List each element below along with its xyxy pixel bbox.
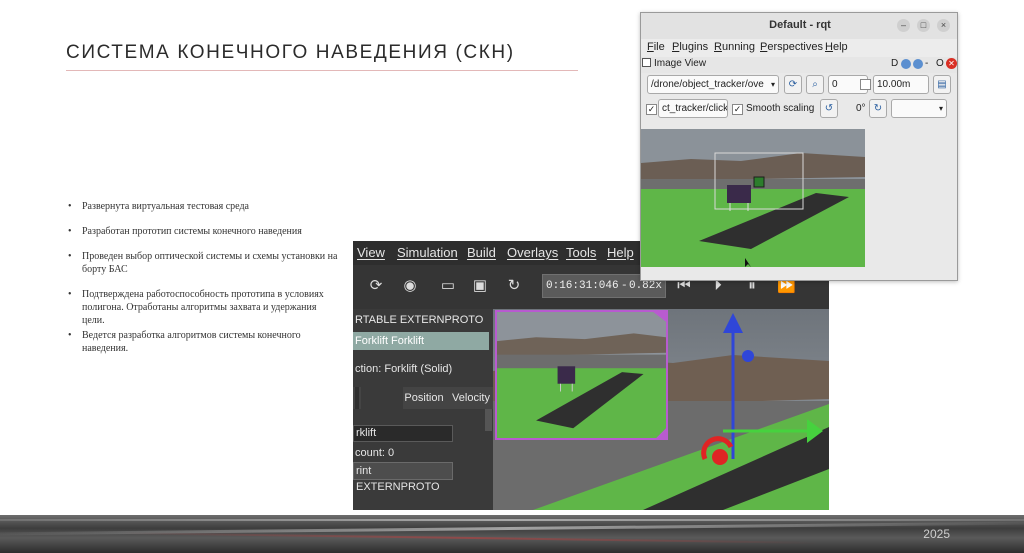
field-tabs: Position Velocity bbox=[353, 387, 493, 409]
tree-row-selected[interactable]: Forklift Forklift bbox=[353, 332, 489, 350]
time-separator: - bbox=[621, 280, 628, 292]
help-plugin-icon[interactable] bbox=[913, 59, 923, 69]
topic-row: /drone/object_tracker/ove ▾ ⟳ ⌕ 0 10.00m… bbox=[641, 75, 957, 99]
count-label: count: 0 bbox=[355, 447, 395, 459]
range-checkbox[interactable] bbox=[860, 79, 871, 90]
save-image-icon[interactable]: ▤ bbox=[933, 75, 951, 94]
menu-tools[interactable]: Tools bbox=[566, 245, 596, 260]
bullet-item: Ведется разработка алгоритмов системы ко… bbox=[68, 329, 338, 355]
menu-help[interactable]: Help bbox=[825, 41, 848, 53]
click-topic-value: ct_tracker/click bbox=[662, 103, 728, 114]
menu-file[interactable]: File bbox=[647, 41, 665, 53]
topic-select[interactable]: /drone/object_tracker/ove ▾ bbox=[647, 75, 779, 94]
plugin-icon bbox=[642, 58, 651, 67]
rqt-window: Default - rqt – □ × File Plugins Running… bbox=[640, 12, 958, 281]
footer-year: 2025 bbox=[923, 527, 950, 541]
footer-band bbox=[0, 515, 1024, 553]
menu-view[interactable]: View bbox=[357, 245, 385, 260]
footer-streak bbox=[0, 519, 1024, 521]
menu-build[interactable]: Build bbox=[467, 245, 496, 260]
menu-help[interactable]: Help bbox=[607, 245, 634, 260]
tree-row[interactable]: RTABLE EXTERNPROTO bbox=[353, 311, 489, 329]
bullet-item: Проведен выбор оптической системы и схем… bbox=[68, 250, 338, 276]
rqt-menubar: File Plugins Running Perspectives Help bbox=[641, 39, 957, 57]
tracker-image-view[interactable] bbox=[641, 129, 865, 267]
topic-value: /drone/object_tracker/ove bbox=[651, 79, 764, 90]
click-topic-field[interactable]: ct_tracker/click bbox=[658, 99, 728, 118]
scene-tree-panel: RTABLE EXTERNPROTO Forklift Forklift cti… bbox=[353, 309, 493, 510]
simulation-time: 0:16:31:046 bbox=[546, 280, 619, 292]
tab-blank[interactable] bbox=[355, 387, 359, 409]
selection-label: ction: Forklift (Solid) bbox=[355, 363, 453, 375]
footer-streak bbox=[120, 532, 820, 544]
menu-simulation[interactable]: Simulation bbox=[397, 245, 458, 260]
bullet-item: Подтверждена работоспособность прототипа… bbox=[68, 288, 338, 327]
export-button[interactable]: rint EXTERNPROTO bbox=[353, 462, 453, 493]
plugin-undock[interactable]: O bbox=[936, 58, 944, 69]
plugin-close-icon[interactable]: ✕ bbox=[946, 58, 957, 69]
zoom-icon[interactable]: ⌕ bbox=[806, 75, 824, 94]
bullet-item: Разработан прототип системы конечного на… bbox=[68, 225, 338, 238]
title-divider bbox=[66, 70, 578, 71]
webots-screenshot: View Simulation Build Overlays Tools Hel… bbox=[353, 241, 829, 510]
menu-plugins[interactable]: Plugins bbox=[672, 41, 708, 53]
plugin-minimize[interactable]: - bbox=[925, 58, 928, 69]
name-field[interactable]: rklift bbox=[353, 425, 453, 442]
tab-spacer bbox=[361, 387, 403, 409]
options-row: ✓ ct_tracker/click ✓ Smooth scaling ↺ 0°… bbox=[641, 99, 957, 123]
smooth-scaling-label: Smooth scaling bbox=[746, 103, 815, 114]
minimize-icon[interactable]: – bbox=[897, 19, 910, 32]
refresh-topics-icon[interactable]: ⟳ bbox=[784, 75, 802, 94]
menu-running[interactable]: Running bbox=[714, 41, 755, 53]
plugin-header: Image View D - O ✕ bbox=[641, 57, 957, 73]
eye-icon[interactable]: ◉ bbox=[401, 277, 419, 295]
bullet-list: Развернута виртуальная тестовая среда Ра… bbox=[68, 200, 338, 355]
reload-plugin-icon[interactable] bbox=[901, 59, 911, 69]
slide-title: СИСТЕМА КОНЕЧНОГО НАВЕДЕНИЯ (СКН) bbox=[66, 42, 515, 63]
rqt-window-title: Default - rqt bbox=[769, 19, 831, 31]
plugin-title: Image View bbox=[654, 58, 707, 69]
folder-icon[interactable]: ▭ bbox=[439, 277, 457, 295]
chevron-down-icon: ▾ bbox=[770, 80, 775, 89]
rotate-left-icon[interactable]: ↺ bbox=[820, 99, 838, 118]
plugin-status: D bbox=[891, 58, 899, 69]
smooth-scaling-checkbox[interactable]: ✓ bbox=[732, 104, 743, 115]
camera-preview bbox=[495, 310, 668, 440]
save-icon[interactable]: ▣ bbox=[471, 277, 489, 295]
max-range-value: 10.00m bbox=[877, 79, 911, 90]
chevron-down-icon: ▾ bbox=[938, 104, 943, 113]
bullet-item: Развернута виртуальная тестовая среда bbox=[68, 200, 338, 213]
close-icon[interactable]: × bbox=[937, 19, 950, 32]
rotation-value: 0° bbox=[856, 103, 866, 114]
reload-icon[interactable]: ↻ bbox=[505, 277, 523, 295]
tab-velocity[interactable]: Velocity bbox=[449, 387, 493, 409]
menu-overlays[interactable]: Overlays bbox=[507, 245, 558, 260]
tab-position[interactable]: Position bbox=[403, 387, 445, 409]
menu-perspectives[interactable]: Perspectives bbox=[760, 41, 823, 53]
refresh-icon[interactable]: ⟳ bbox=[367, 277, 385, 295]
color-scheme-select[interactable]: ▾ bbox=[891, 99, 947, 118]
maximize-icon[interactable]: □ bbox=[917, 19, 930, 32]
click-topic-checkbox[interactable]: ✓ bbox=[646, 104, 657, 115]
frame-value: 0 bbox=[832, 79, 838, 90]
max-range-spinbox[interactable]: 10.00m bbox=[873, 75, 929, 94]
rotate-right-icon[interactable]: ↻ bbox=[869, 99, 887, 118]
rqt-titlebar: Default - rqt – □ × bbox=[641, 13, 957, 39]
